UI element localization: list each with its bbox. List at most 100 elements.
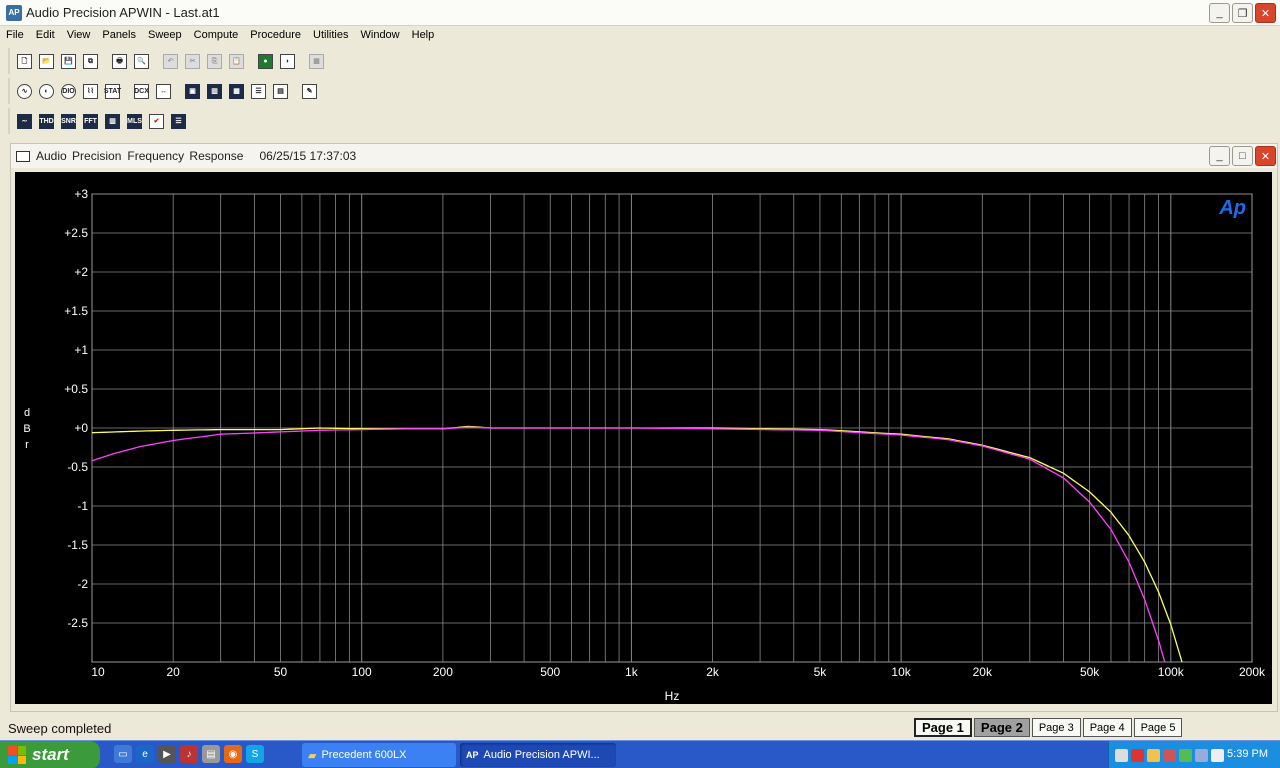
page-tab-1[interactable]: Page 1 (914, 718, 972, 737)
analog-generator-button[interactable]: ∿ (14, 81, 35, 102)
print-button[interactable]: 🖶 (109, 51, 130, 72)
attach-icon: ✎ (302, 83, 317, 99)
analog-generator-icon: ∿ (17, 83, 32, 99)
attach-button[interactable]: ✎ (299, 81, 320, 102)
list-button[interactable]: ▤ (270, 81, 291, 102)
restore-button[interactable]: ❐ (1232, 3, 1253, 23)
y-axis-label-char: r (25, 439, 29, 451)
digital-io-button[interactable]: DIO (58, 81, 79, 102)
undo-button[interactable]: ↶ (160, 51, 181, 72)
analog-analyzer-button[interactable]: ◐ (36, 81, 57, 102)
ie-icon[interactable]: e (136, 745, 154, 763)
menu-bar: File Edit View Panels Sweep Compute Procedure U… (0, 26, 1280, 44)
thd-button[interactable]: THD (36, 111, 57, 132)
x-tick-label: 200 (433, 665, 453, 679)
show-desktop-icon[interactable]: ▭ (114, 745, 132, 763)
fft-button[interactable]: FFT (80, 111, 101, 132)
safely-remove-icon[interactable] (1195, 748, 1208, 762)
check-button[interactable]: ✔ (146, 111, 167, 132)
menu-help[interactable]: Help (406, 29, 441, 41)
y-tick-label: +2 (74, 265, 88, 279)
menu-window[interactable]: Window (355, 29, 406, 41)
data-editor-button[interactable]: ☰ (248, 81, 269, 102)
media-player-icon[interactable]: ▶ (158, 745, 176, 763)
new-file-button[interactable]: 🗋 (14, 51, 35, 72)
x-tick-label: 500 (540, 665, 560, 679)
x-tick-label: 100k (1158, 665, 1185, 679)
antivirus-icon[interactable] (1163, 748, 1176, 762)
x-tick-label: 2k (706, 665, 720, 679)
desktop: AP Audio Precision APWIN - Last.at1 _ ❐ … (0, 0, 1280, 768)
task-apwin[interactable]: AP Audio Precision APWI... (460, 743, 616, 767)
open-folder-button[interactable]: 📂 (36, 51, 57, 72)
power-icon[interactable] (1147, 748, 1160, 762)
freq-response-icon: ∼ (17, 113, 32, 129)
mls-icon: MLS (127, 113, 142, 129)
firefox-icon[interactable]: ◉ (224, 745, 242, 763)
graph-titlebar: Audio Precision Frequency Response 06/25… (11, 144, 1277, 168)
go-sweep-button[interactable]: ● (255, 51, 276, 72)
menu-compute[interactable]: Compute (188, 29, 245, 41)
sweep-settings-button[interactable]: ⌇⌇ (80, 81, 101, 102)
x-axis-label: Hz (665, 689, 680, 703)
paste-button[interactable]: 📋 (226, 51, 247, 72)
page-tab-2[interactable]: Page 2 (973, 718, 1030, 737)
graph-settings-button[interactable]: ▦ (306, 51, 327, 72)
page-tab-4[interactable]: Page 4 (1082, 718, 1132, 737)
menu-edit[interactable]: Edit (30, 29, 61, 41)
stop-button[interactable]: ◗ (277, 51, 298, 72)
main-titlebar: AP Audio Precision APWIN - Last.at1 _ ❐ … (0, 0, 1280, 26)
volume-icon[interactable] (1211, 748, 1224, 762)
update-icon[interactable] (1179, 748, 1192, 762)
start-button[interactable]: start (0, 741, 100, 768)
skype-icon[interactable]: S (246, 745, 264, 763)
graph-panel-button[interactable]: ▦ (226, 81, 247, 102)
y-tick-label: +0.5 (64, 382, 88, 396)
menu-view[interactable]: View (61, 29, 97, 41)
frequency-response-chart[interactable]: +3 +2.5 +2 +1.5 +1 +0.5 +0 -0.5 -1 -1.5 -2 -2.5 10 20… (15, 172, 1272, 704)
switcher-button[interactable]: ↔ (153, 81, 174, 102)
graph-maximize-button[interactable]: □ (1232, 146, 1253, 166)
menu-utilities[interactable]: Utilities (307, 29, 354, 41)
minimize-button[interactable]: _ (1209, 3, 1230, 23)
save-all-icon: ⧉ (83, 53, 98, 69)
menu-file[interactable]: File (0, 29, 30, 41)
spectrum-button[interactable]: ▥ (102, 111, 123, 132)
bar-graph-button[interactable]: ▥ (204, 81, 225, 102)
freq-response-button[interactable]: ∼ (14, 111, 35, 132)
x-tick-label: 50 (274, 665, 288, 679)
stat-bit-button[interactable]: STAT (102, 81, 123, 102)
page-tab-3[interactable]: Page 3 (1031, 718, 1081, 737)
save-all-button[interactable]: ⧉ (80, 51, 101, 72)
paste-icon: 📋 (229, 53, 244, 69)
drive-icon[interactable]: ▤ (202, 745, 220, 763)
open-folder-icon: 📂 (39, 53, 54, 69)
graph-close-button[interactable]: ✕ (1255, 146, 1276, 166)
close-button[interactable]: ✕ (1255, 3, 1276, 23)
report-button[interactable]: ☰ (168, 111, 189, 132)
security-icon[interactable] (1131, 748, 1144, 762)
itunes-icon[interactable]: ♪ (180, 745, 198, 763)
menu-sweep[interactable]: Sweep (142, 29, 188, 41)
menu-procedure[interactable]: Procedure (244, 29, 307, 41)
compute-button[interactable]: ▣ (182, 81, 203, 102)
print-preview-button[interactable]: 🔍 (131, 51, 152, 72)
dcx-button[interactable]: DCX (131, 81, 152, 102)
graph-minimize-button[interactable]: _ (1209, 146, 1230, 166)
y-axis-label-char: d (24, 407, 30, 419)
page-tab-5[interactable]: Page 5 (1133, 718, 1183, 737)
mls-button[interactable]: MLS (124, 111, 145, 132)
copy-button[interactable]: ⎘ (204, 51, 225, 72)
menu-panels[interactable]: Panels (96, 29, 142, 41)
taskbar: start ▭ e ▶ ♪ ▤ ◉ S ▰ Precedent 600LX AP… (0, 740, 1280, 768)
new-file-icon: 🗋 (17, 53, 32, 69)
save-button[interactable]: 💾 (58, 51, 79, 72)
task-precedent-folder[interactable]: ▰ Precedent 600LX (302, 743, 456, 767)
undo-icon: ↶ (163, 53, 178, 69)
y-tick-label: -2.5 (67, 616, 88, 630)
network-icon[interactable] (1115, 748, 1128, 762)
plot-area[interactable]: +3 +2.5 +2 +1.5 +1 +0.5 +0 -0.5 -1 -1.5 -2 -2.5 10 20… (15, 172, 1272, 704)
graph-window: Audio Precision Frequency Response 06/25… (10, 143, 1278, 712)
snr-button[interactable]: SNR (58, 111, 79, 132)
cut-button[interactable]: ✂ (182, 51, 203, 72)
